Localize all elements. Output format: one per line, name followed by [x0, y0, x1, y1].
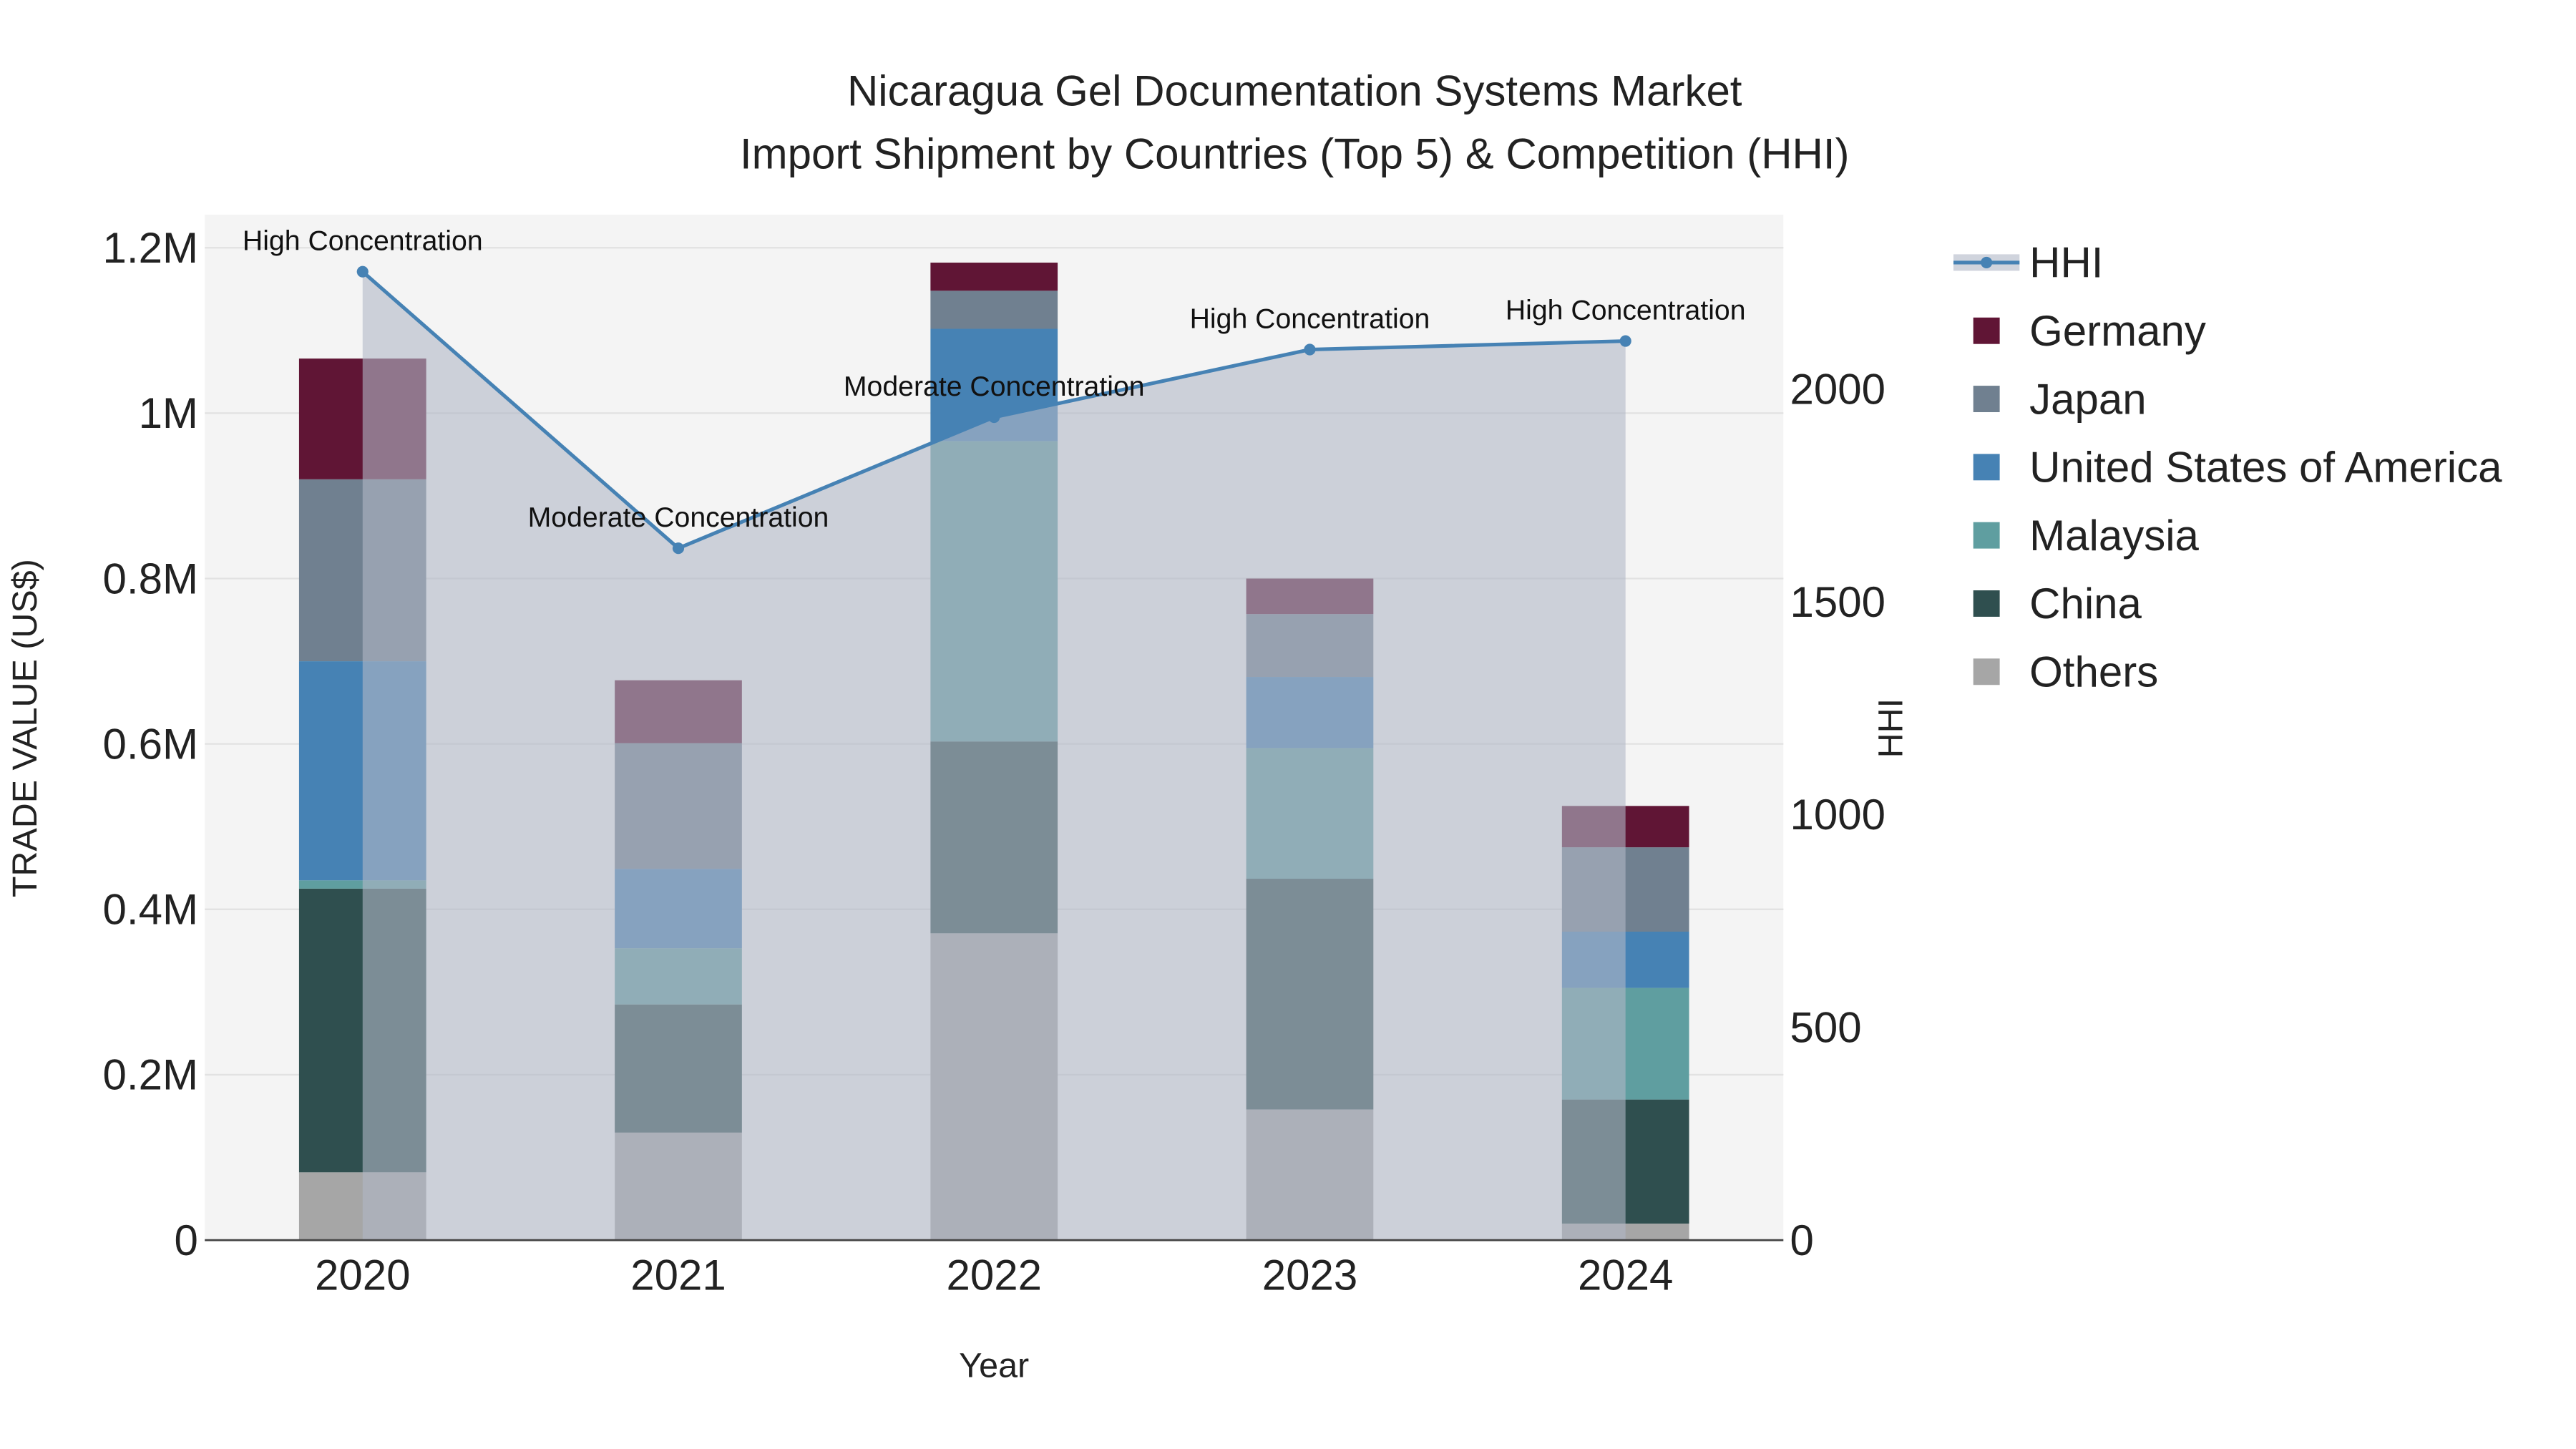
legend-swatch: [1973, 658, 2000, 686]
legend-swatch: [1973, 522, 2000, 549]
y-tick-label: 0.4M: [103, 886, 198, 934]
legend-label: HHI: [2029, 239, 2103, 287]
chart-subtitle: Import Shipment by Countries (Top 5) & C…: [740, 130, 1850, 177]
bar-germany: [930, 263, 1058, 291]
y-tick-label: 0.6M: [103, 720, 198, 768]
legend-swatch: [1973, 590, 2000, 617]
chart: Nicaragua Gel Documentation Systems Mark…: [6, 67, 2502, 1385]
y-tick-label: 0.8M: [103, 555, 198, 602]
legend-label: Germany: [2029, 307, 2206, 355]
x-tick-label: 2021: [630, 1251, 726, 1299]
hhi-annotation: Moderate Concentration: [528, 502, 829, 533]
y-tick-label: 1.2M: [103, 224, 198, 272]
legend-label: Malaysia: [2029, 512, 2199, 560]
hhi-point: [356, 265, 369, 278]
hhi-annotation: High Concentration: [1506, 295, 1746, 326]
x-tick-label: 2020: [315, 1251, 410, 1299]
legend-label: Japan: [2029, 375, 2146, 423]
hhi-annotation: Moderate Concentration: [844, 371, 1145, 402]
legend-swatch-hhi-marker: [1981, 256, 1993, 268]
hhi-point: [672, 542, 685, 555]
y2-tick-label: 1500: [1790, 578, 1885, 626]
x-tick-label: 2023: [1262, 1251, 1357, 1299]
y-tick-label: 0: [175, 1216, 198, 1264]
y2-tick-label: 0: [1790, 1216, 1814, 1264]
x-axis-title: Year: [959, 1347, 1029, 1385]
hhi-annotation: High Concentration: [243, 225, 483, 257]
hhi-point: [1619, 335, 1631, 347]
y2-tick-label: 500: [1790, 1004, 1862, 1052]
legend-label: Others: [2029, 648, 2158, 696]
legend-swatch: [1973, 317, 2000, 344]
x-tick-label: 2024: [1578, 1251, 1673, 1299]
x-tick-label: 2022: [946, 1251, 1041, 1299]
y-tick-label: 1M: [139, 389, 198, 437]
chart-title: Nicaragua Gel Documentation Systems Mark…: [847, 67, 1742, 115]
legend-label: China: [2029, 580, 2142, 628]
y-axis-title: TRADE VALUE (US$): [6, 559, 44, 897]
y-tick-label: 0.2M: [103, 1051, 198, 1099]
legend-swatch: [1973, 454, 2000, 481]
legend-label: United States of America: [2029, 444, 2502, 492]
hhi-point: [988, 411, 1000, 424]
y2-tick-label: 1000: [1790, 791, 1885, 839]
y2-axis-title: HHI: [1871, 698, 1910, 758]
hhi-point: [1304, 343, 1316, 356]
legend-swatch: [1973, 386, 2000, 412]
hhi-annotation: High Concentration: [1190, 303, 1430, 335]
bar-japan: [930, 291, 1058, 329]
y2-tick-label: 2000: [1790, 366, 1885, 414]
